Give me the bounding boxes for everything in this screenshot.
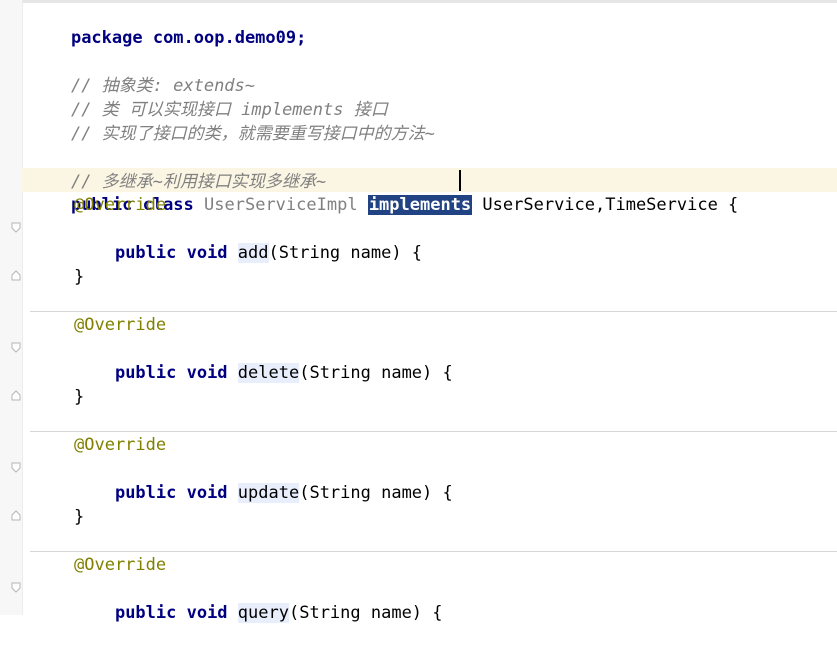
annotation-override: @Override (74, 195, 167, 215)
method-close-brace: } (74, 267, 85, 287)
code-line-class-declaration[interactable]: public class UserServiceImpl implements … (30, 169, 738, 215)
method-modifiers: public void (114, 483, 228, 503)
fold-marker-icon[interactable] (11, 462, 21, 473)
fold-marker-icon[interactable] (11, 222, 21, 233)
comment-text: // 实现了接口的类，就需要重写接口中的方法~ (70, 124, 435, 144)
method-signature-query[interactable]: public void query(String name) { (74, 577, 443, 623)
method-params: (String name) { (288, 603, 443, 623)
fold-marker-icon[interactable] (11, 582, 21, 593)
code-line-comment-4[interactable]: // 多继承~利用接口实现多继承~ (30, 146, 326, 192)
method-modifiers: public void (114, 603, 228, 623)
code-line-comment-3[interactable]: // 实现了接口的类，就需要重写接口中的方法~ (30, 98, 435, 144)
code-line-comment-2[interactable]: // 类 可以实现接口 implements 接口 (30, 74, 388, 120)
package-statement: package com.oop.demo09; (70, 28, 307, 48)
method-signature-delete[interactable]: public void delete(String name) { (74, 337, 453, 383)
code-editor[interactable]: package com.oop.demo09; // 抽象类: extends~… (0, 0, 837, 623)
code-line-package[interactable]: package com.oop.demo09; (30, 2, 306, 48)
code-line-comment-1[interactable]: // 抽象类: extends~ (30, 50, 255, 96)
method-params: (String name) { (299, 483, 453, 503)
method-close-brace: } (74, 507, 85, 527)
annotation-override: @Override (74, 315, 167, 335)
method-signature-update[interactable]: public void update(String name) { (74, 457, 453, 503)
method-name[interactable]: add (237, 243, 269, 263)
method-name[interactable]: delete (237, 363, 300, 383)
editor-gutter (0, 0, 23, 615)
fold-end-icon[interactable] (11, 510, 21, 521)
method-separator (30, 311, 837, 312)
selected-keyword[interactable]: implements (367, 195, 473, 215)
text-cursor (459, 170, 461, 191)
interface-list[interactable]: UserService,TimeService { (482, 195, 738, 215)
class-name[interactable]: UserServiceImpl (204, 195, 358, 215)
method-modifiers: public void (114, 243, 228, 263)
annotation-override: @Override (74, 435, 167, 455)
fold-marker-icon[interactable] (11, 342, 21, 353)
method-modifiers: public void (114, 363, 228, 383)
method-params: (String name) { (268, 243, 423, 263)
method-params: (String name) { (299, 363, 453, 383)
method-close-brace: } (74, 387, 85, 407)
fold-end-icon[interactable] (11, 270, 21, 281)
fold-end-icon[interactable] (11, 390, 21, 401)
annotation-override: @Override (74, 555, 167, 575)
method-separator (30, 431, 837, 432)
method-name[interactable]: update (237, 483, 300, 503)
method-signature-add[interactable]: public void add(String name) { (74, 217, 422, 263)
method-name[interactable]: query (237, 603, 289, 623)
method-separator (30, 551, 837, 552)
